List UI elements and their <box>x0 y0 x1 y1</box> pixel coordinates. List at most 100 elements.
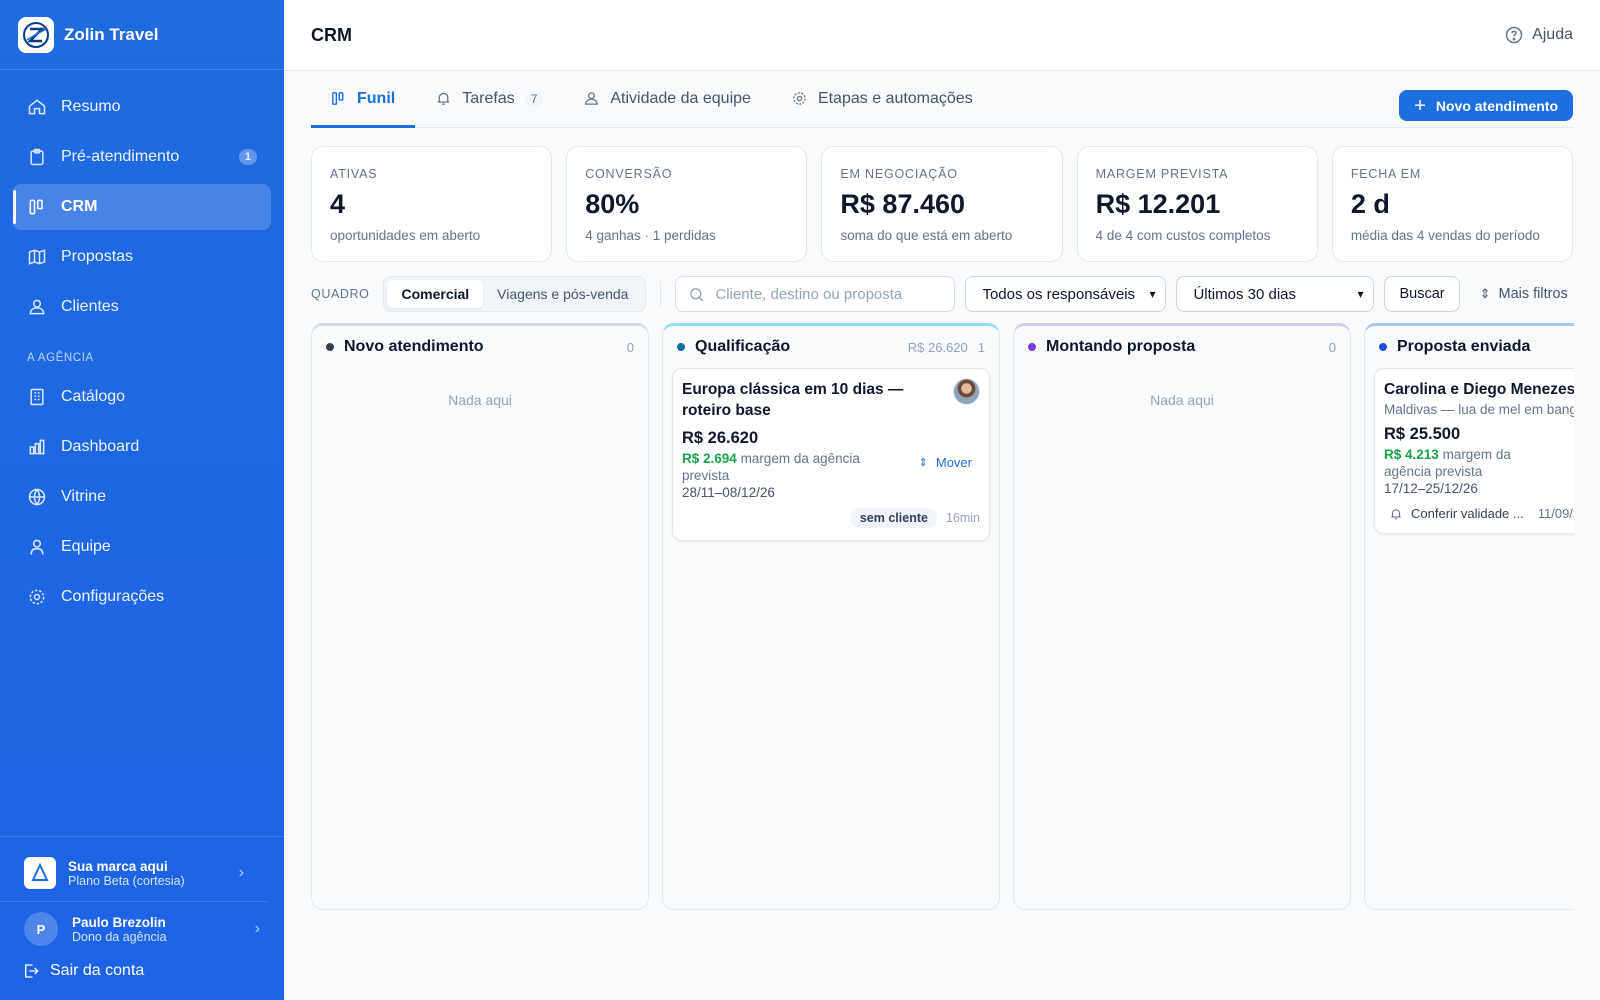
kpi-value: R$ 87.460 <box>840 189 966 219</box>
kpi-card-fecha-em: FECHA EM 2 d média das 4 vendas do perío… <box>1331 146 1574 262</box>
deal-dates: 17/12–25/12/26 <box>1384 481 1478 496</box>
empty-state: Nada aqui <box>448 392 512 408</box>
user-card[interactable]: P Paulo Brezolin Dono da agência › <box>0 902 284 956</box>
home-icon <box>28 99 46 115</box>
task-date: 11/09/26 <box>1537 506 1574 521</box>
column-header: Qualificação R$ 26.620 1 <box>663 326 999 368</box>
filter-bar: QUADRO Comercial Viagens e pós-venda Cli… <box>311 276 1573 312</box>
tab-label: Atividade da equipe <box>610 89 751 107</box>
sidebar-item-catalogo[interactable]: Catálogo <box>13 374 271 420</box>
sidebar: Zolin Travel Resumo Pré-atendimento 1 CR… <box>0 0 284 1000</box>
deal-amount: R$ 25.500 <box>1384 425 1461 443</box>
kpi-label: MARGEM PREVISTA <box>1095 167 1229 181</box>
clipboard-icon <box>30 148 44 166</box>
column-title: Novo atendimento <box>344 338 484 355</box>
period-select[interactable]: Últimos 30 dias ▾ <box>1176 276 1375 312</box>
deal-card[interactable]: Carolina e Diego Menezes Maldivas — lua … <box>1374 368 1574 534</box>
column-header: Montando proposta 0 <box>1014 326 1350 368</box>
user-name: Paulo Brezolin <box>72 914 166 930</box>
tasks-count-badge: 7 <box>524 90 544 107</box>
globe-icon <box>28 488 46 506</box>
period-value: Últimos 30 dias <box>1193 285 1297 303</box>
deal-margin: R$ 4.213 margem da agência prevista <box>1384 446 1534 480</box>
deal-task[interactable]: Conferir validade ... 11/09/26 <box>1384 506 1574 521</box>
responsible-select[interactable]: Todos os responsáveis ▾ <box>965 276 1167 312</box>
sidebar-item-label: Clientes <box>61 298 119 315</box>
sidebar-item-label: Pré-atendimento <box>61 148 180 165</box>
task-label: Conferir validade ... <box>1411 506 1524 521</box>
deal-card[interactable]: Europa clássica em 10 dias — roteiro bas… <box>672 368 990 541</box>
move-button[interactable]: ⇕ Mover <box>919 455 972 470</box>
team-icon <box>585 92 599 105</box>
column-title: Montando proposta <box>1046 338 1196 355</box>
tab-label: Tarefas <box>462 89 515 107</box>
bell-icon <box>1391 508 1401 519</box>
new-lead-label: Novo atendimento <box>1435 97 1558 114</box>
sidebar-item-pre-atendimento[interactable]: Pré-atendimento 1 <box>13 134 271 180</box>
help-button[interactable]: Ajuda <box>1504 25 1573 45</box>
tab-etapas-automacoes[interactable]: Etapas e automações <box>771 70 993 127</box>
tab-label: Funil <box>357 89 396 107</box>
search-input[interactable]: Cliente, destino ou proposta <box>675 276 956 312</box>
sidebar-item-dashboard[interactable]: Dashboard <box>13 424 271 470</box>
logout-icon <box>25 964 39 978</box>
kpi-value: R$ 12.201 <box>1095 189 1221 219</box>
responsible-value: Todos os responsáveis <box>982 285 1136 303</box>
search-icon <box>690 287 704 301</box>
status-badge: sem cliente <box>850 508 937 528</box>
sidebar-item-resumo[interactable]: Resumo <box>13 84 271 130</box>
sidebar-item-vitrine[interactable]: Vitrine <box>13 474 271 520</box>
sidebar-item-equipe[interactable]: Equipe <box>13 524 271 570</box>
gear-icon <box>29 589 45 605</box>
more-filters-button[interactable]: ⇕ Mais filtros <box>1480 286 1568 302</box>
sidebar-nav: Resumo Pré-atendimento 1 CRM Propostas C… <box>0 70 284 620</box>
sidebar-item-configuracoes[interactable]: Configurações <box>13 574 271 620</box>
sidebar-item-label: Configurações <box>61 588 165 605</box>
board-option-viagens[interactable]: Viagens e pós-venda <box>483 280 642 308</box>
column-count: 0 <box>626 339 634 355</box>
sidebar-item-label: Propostas <box>61 248 134 265</box>
agency-logo-icon <box>24 857 56 889</box>
help-label: Ajuda <box>1532 26 1573 43</box>
main-content: CRM Ajuda Funil Tarefas 7 Atividade da e… <box>284 0 1600 1000</box>
new-lead-button[interactable]: + Novo atendimento <box>1399 90 1573 121</box>
tabs-bar: Funil Tarefas 7 Atividade da equipe Etap… <box>311 71 1573 128</box>
divider <box>660 281 662 307</box>
deal-title: Carolina e Diego Menezes <box>1384 381 1574 398</box>
bar-chart-icon <box>29 439 45 455</box>
sidebar-item-clientes[interactable]: Clientes <box>13 284 271 330</box>
move-label: Mover <box>935 455 972 470</box>
tab-atividade-equipe[interactable]: Atividade da equipe <box>563 70 771 127</box>
search-button[interactable]: Buscar <box>1384 276 1460 312</box>
kanban-column-montando-proposta: Montando proposta 0 Nada aqui <box>1013 323 1351 910</box>
kpi-subtitle: oportunidades em aberto <box>330 228 481 243</box>
kpi-label: EM NEGOCIAÇÃO <box>840 167 958 181</box>
agency-brand-card[interactable]: Sua marca aqui Plano Beta (cortesia) › <box>0 837 268 902</box>
map-icon <box>28 249 46 265</box>
user-role: Dono da agência <box>72 929 167 944</box>
logout-button[interactable]: Sair da conta <box>0 956 284 1000</box>
sort-icon: ⇕ <box>1479 286 1491 301</box>
deal-title: Europa clássica em 10 dias — roteiro bas… <box>682 381 904 419</box>
kpi-label: CONVERSÃO <box>585 167 673 181</box>
board-option-comercial[interactable]: Comercial <box>387 280 484 308</box>
tab-tarefas[interactable]: Tarefas 7 <box>415 70 563 127</box>
pre-atendimento-count-badge: 1 <box>238 149 257 165</box>
brand-logo-icon <box>18 16 54 53</box>
kpi-row: ATIVAS 4 oportunidades em aberto CONVERS… <box>311 146 1574 262</box>
sidebar-item-label: CRM <box>61 198 98 215</box>
column-header: Proposta enviada <box>1365 326 1574 368</box>
deal-age: 16min <box>945 511 980 525</box>
bell-icon <box>438 92 450 105</box>
sidebar-item-propostas[interactable]: Propostas <box>13 234 271 280</box>
avatar: P <box>24 912 58 946</box>
sidebar-item-crm[interactable]: CRM <box>13 184 271 230</box>
column-count: 1 <box>977 339 985 355</box>
tab-funil[interactable]: Funil <box>311 70 416 128</box>
kanban-column-proposta-enviada: Proposta enviada Carolina e Diego Meneze… <box>1364 323 1574 910</box>
building-icon <box>30 388 44 406</box>
kpi-card-em-negociacao: EM NEGOCIAÇÃO R$ 87.460 soma do que está… <box>821 146 1063 262</box>
sidebar-item-label: Dashboard <box>61 438 140 455</box>
sidebar-item-label: Resumo <box>61 98 121 115</box>
search-placeholder: Cliente, destino ou proposta <box>715 285 903 303</box>
